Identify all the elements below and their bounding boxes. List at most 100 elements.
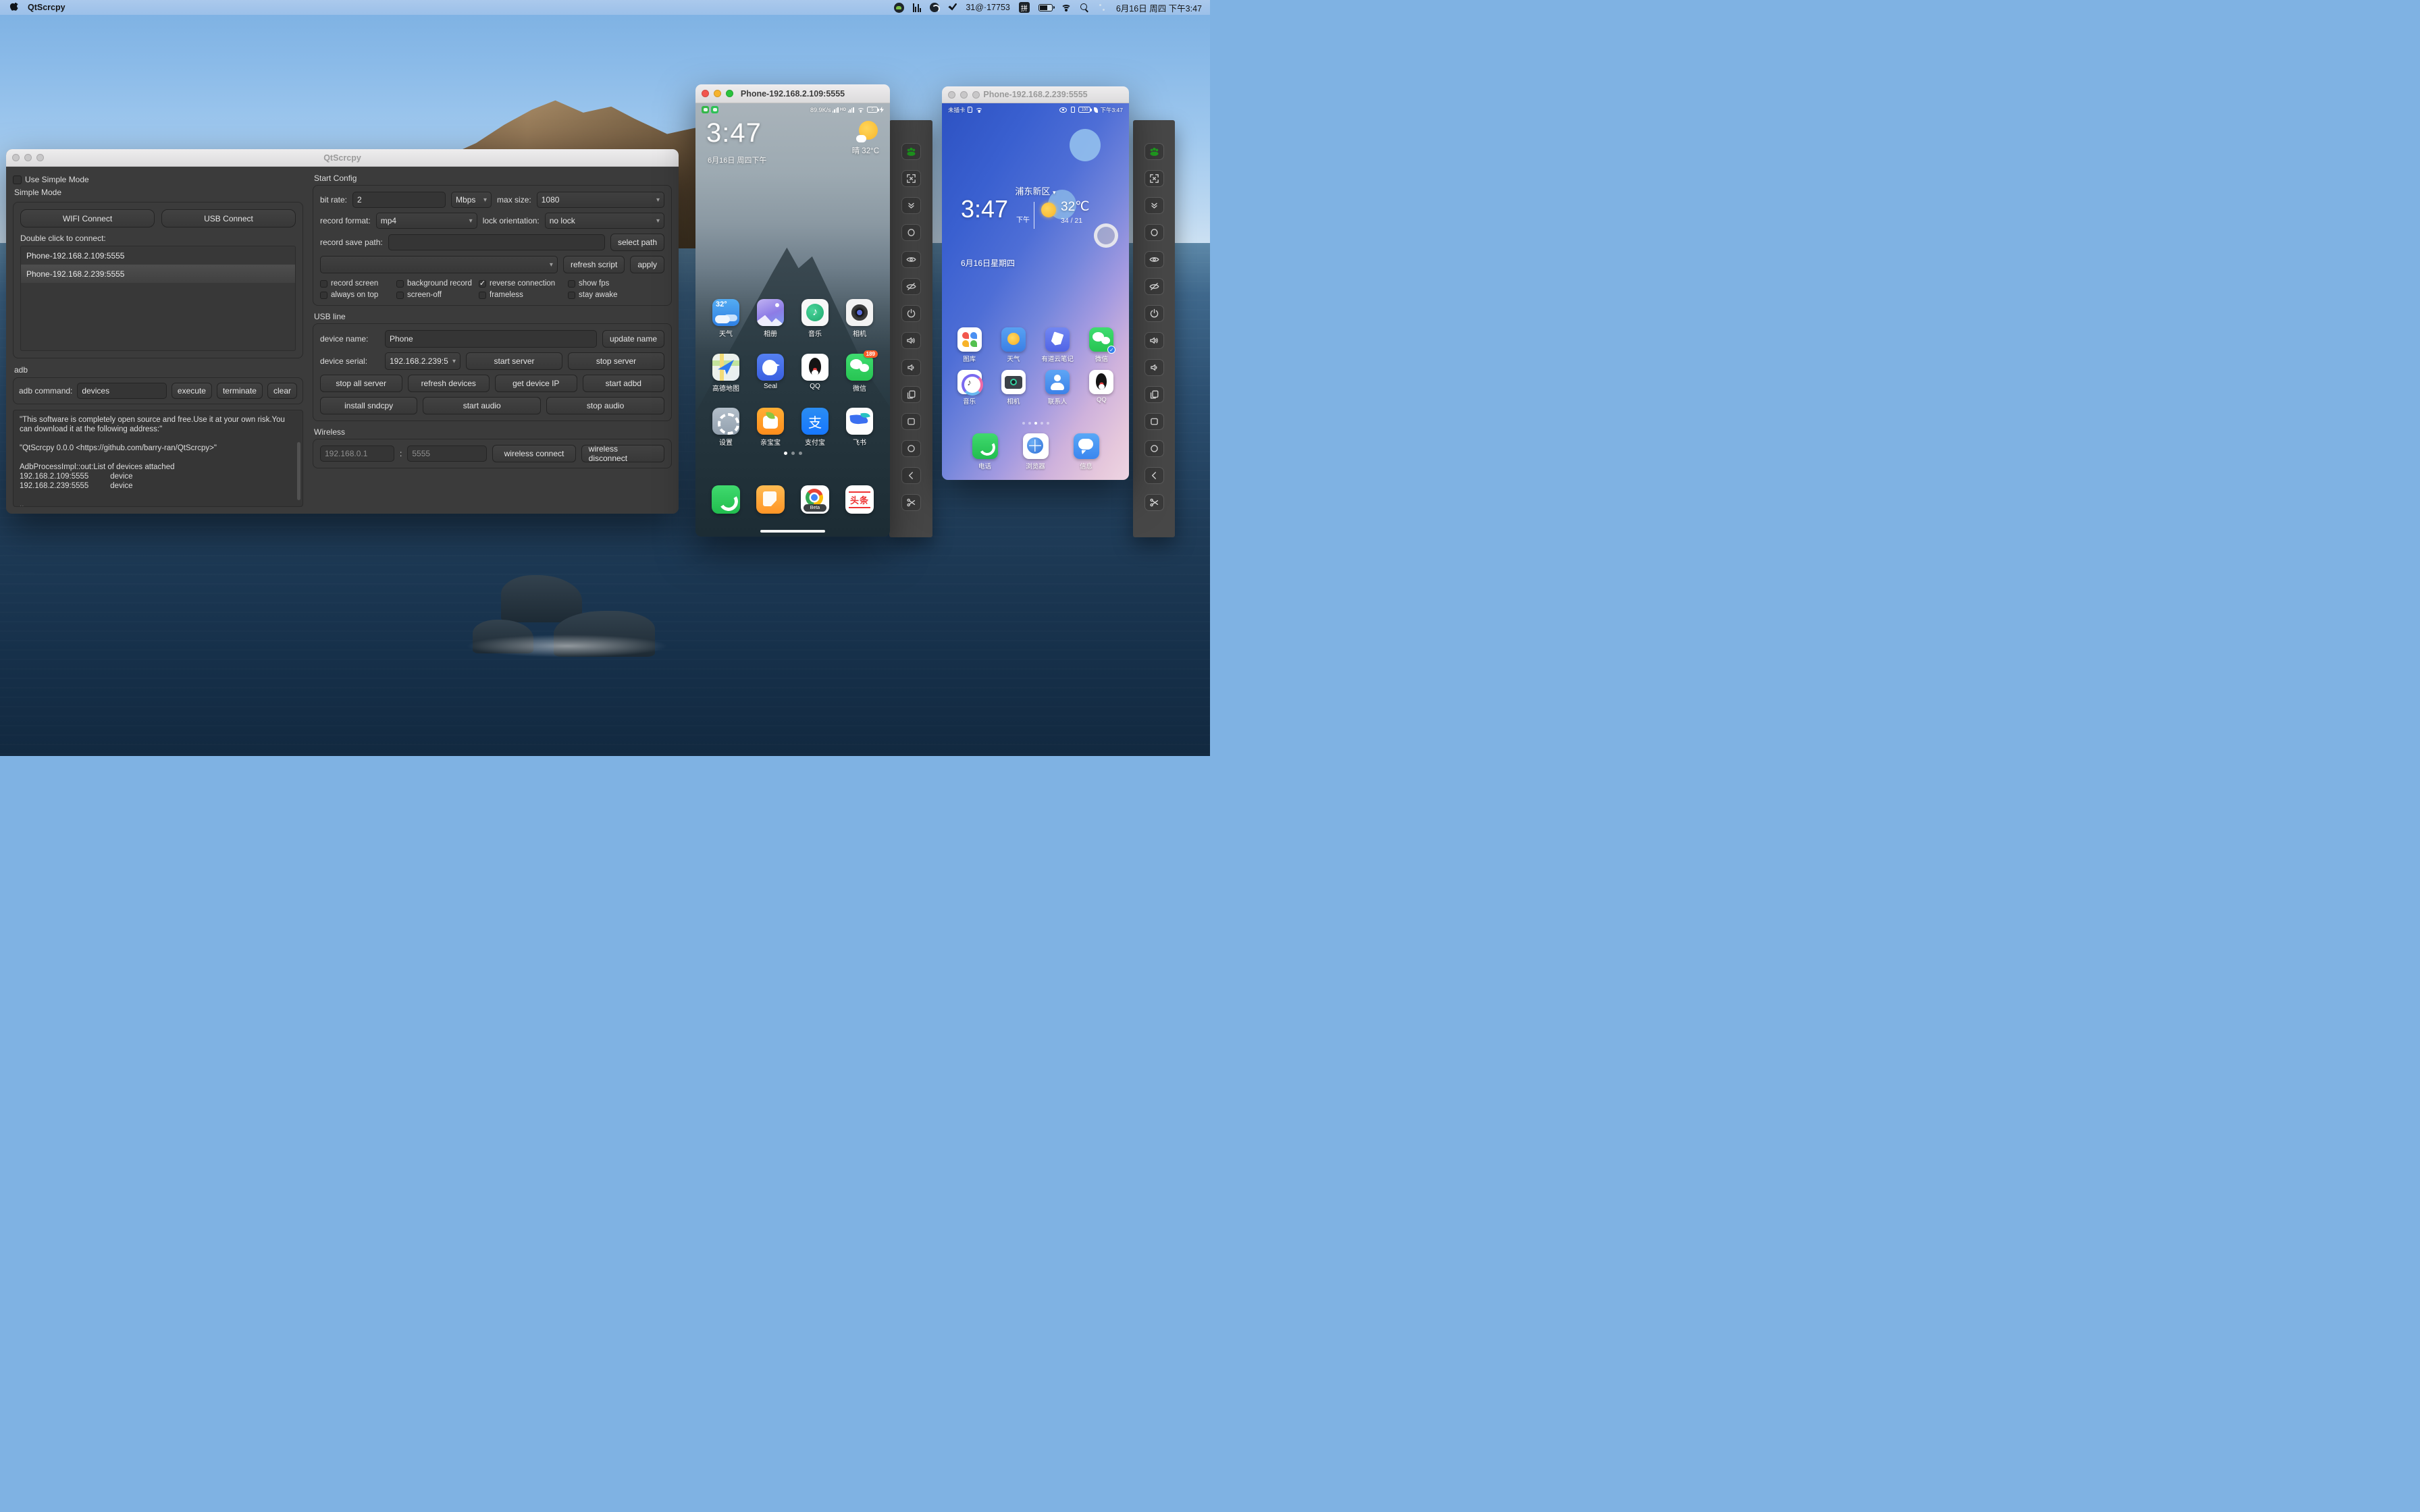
assistive-ball[interactable] (1094, 223, 1118, 248)
screen-off-checkbox[interactable] (396, 291, 404, 299)
refresh-devices-button[interactable]: refresh devices (407, 375, 490, 392)
feishu-app-icon[interactable] (846, 408, 873, 435)
power-button[interactable] (901, 305, 921, 322)
proxy-status-text[interactable]: 31@·17753 (966, 3, 1010, 12)
seal-app-icon[interactable] (757, 354, 784, 381)
max-size-select[interactable]: 1080 ▾ (536, 192, 664, 208)
expand-notification-button[interactable] (1144, 197, 1164, 214)
app-weather[interactable]: 32° 天气 (707, 299, 745, 338)
dock-browser[interactable]: 浏览器 (1017, 433, 1055, 470)
chrome-beta-app-icon[interactable]: Beta (801, 485, 829, 514)
touch-button[interactable] (901, 224, 921, 241)
android-status-icon[interactable] (893, 2, 904, 13)
app-switch-button[interactable] (901, 386, 921, 403)
notes-app-icon[interactable] (756, 485, 785, 514)
swirl-app-icon[interactable] (930, 3, 941, 13)
screenshot-button[interactable] (901, 494, 921, 511)
touch-button[interactable] (1144, 224, 1164, 241)
qtscrcpy-titlebar[interactable]: QtScrcpy (6, 149, 679, 167)
device-serial-select[interactable]: 192.168.2.239:5 ▾ (385, 352, 461, 370)
app-qq[interactable]: QQ (796, 354, 834, 393)
record-screen-checkbox[interactable] (320, 279, 327, 288)
record-save-path-input[interactable] (388, 234, 605, 250)
app-music[interactable]: 音乐 (951, 370, 989, 406)
app-camera[interactable]: 相机 (995, 370, 1032, 406)
wireless-port-input[interactable] (407, 446, 488, 462)
proxy-check-icon[interactable] (948, 3, 957, 11)
device-list-item[interactable]: Phone-192.168.2.239:5555 (21, 265, 295, 283)
menu-button[interactable] (1144, 413, 1164, 430)
back-button[interactable] (901, 467, 921, 484)
bit-rate-input[interactable] (352, 192, 446, 208)
device-name-input[interactable] (385, 330, 597, 348)
script-select[interactable]: ▾ (320, 256, 558, 273)
amap-app-icon[interactable] (712, 354, 739, 381)
wechat-app-icon[interactable]: ✓ (1089, 327, 1116, 354)
start-adbd-button[interactable]: start adbd (582, 375, 664, 392)
qq-app-icon[interactable] (801, 354, 828, 381)
weather-app-icon[interactable] (1001, 327, 1026, 352)
phone-app-icon[interactable] (972, 433, 998, 459)
alipay-app-icon[interactable]: 支 (801, 408, 828, 435)
audio-levels-icon[interactable] (912, 3, 922, 12)
menubar-app-name[interactable]: QtScrcpy (28, 3, 65, 12)
lock-orientation-select[interactable]: no lock ▾ (544, 213, 664, 229)
reverse-connection-checkbox[interactable]: ✓ (479, 279, 486, 288)
start-audio-button[interactable]: start audio (423, 397, 542, 414)
phone1-home-indicator[interactable] (760, 530, 825, 533)
adb-log-output[interactable]: "This software is completely open source… (13, 410, 303, 507)
volume-up-button[interactable] (901, 332, 921, 349)
power-button[interactable] (1144, 305, 1164, 322)
toutiao-app-icon[interactable]: 头条 (845, 485, 874, 514)
qinbaobao-app-icon[interactable] (757, 408, 784, 435)
settings-app-icon[interactable] (712, 408, 739, 435)
app-camera[interactable]: 相机 (841, 299, 878, 338)
app-switch-button[interactable] (1144, 386, 1164, 403)
search-icon[interactable] (1080, 3, 1088, 11)
clear-button[interactable]: clear (267, 383, 297, 399)
refresh-script-button[interactable]: refresh script (562, 256, 625, 273)
adb-command-input[interactable] (77, 383, 167, 399)
home-button[interactable] (901, 440, 921, 457)
gallery-app-icon[interactable] (757, 299, 784, 326)
app-music[interactable]: 音乐 (796, 299, 834, 338)
wireless-ip-input[interactable] (320, 446, 394, 462)
app-seal[interactable]: Seal (752, 354, 789, 393)
app-gallery[interactable]: 相册 (752, 299, 789, 338)
apply-button[interactable]: apply (630, 256, 664, 273)
browser-app-icon[interactable] (1022, 433, 1049, 459)
phone2-titlebar[interactable]: Phone-192.168.2.239:5555 (942, 86, 1129, 103)
stop-server-button[interactable]: stop server (568, 352, 664, 370)
volume-down-button[interactable] (1144, 359, 1164, 376)
app-feishu[interactable]: 飞书 (841, 408, 878, 447)
expand-notification-button[interactable] (901, 197, 921, 214)
music-app-icon[interactable] (801, 299, 828, 326)
app-settings[interactable]: 设置 (707, 408, 745, 447)
app-youdao-note[interactable]: 有道云笔记 (1038, 327, 1076, 363)
app-wechat[interactable]: ✓ 微信 (1082, 327, 1120, 363)
execute-button[interactable]: execute (171, 383, 212, 399)
usb-connect-button[interactable]: USB Connect (161, 209, 296, 227)
app-wechat[interactable]: 189 微信 (841, 350, 878, 393)
app-amap[interactable]: 高德地图 (707, 354, 745, 393)
weather-app-icon[interactable]: 32° (712, 299, 739, 326)
device-list-item[interactable]: Phone-192.168.2.109:5555 (21, 246, 295, 265)
app-gallery[interactable]: 图库 (951, 327, 989, 363)
install-sndcpy-button[interactable]: install sndcpy (320, 397, 418, 414)
messages-app-icon[interactable] (1073, 433, 1099, 459)
update-name-button[interactable]: update name (602, 330, 664, 348)
screen-on-button[interactable] (1144, 251, 1164, 268)
volume-down-button[interactable] (901, 359, 921, 376)
wechat-app-icon[interactable]: 189 (846, 350, 878, 381)
app-alipay[interactable]: 支支付宝 (796, 408, 834, 447)
screen-off-button[interactable] (901, 278, 921, 295)
screenshot-button[interactable] (1144, 494, 1164, 511)
screen-on-button[interactable] (901, 251, 921, 268)
group-control-button[interactable] (901, 143, 921, 160)
use-simple-mode-checkbox[interactable] (13, 175, 22, 184)
stop-audio-button[interactable]: stop audio (546, 397, 664, 414)
always-on-top-checkbox[interactable] (320, 291, 327, 299)
phone1-titlebar[interactable]: Phone-192.168.2.109:5555 (695, 84, 890, 103)
screen-off-button[interactable] (1144, 278, 1164, 295)
background-record-checkbox[interactable] (396, 279, 404, 288)
